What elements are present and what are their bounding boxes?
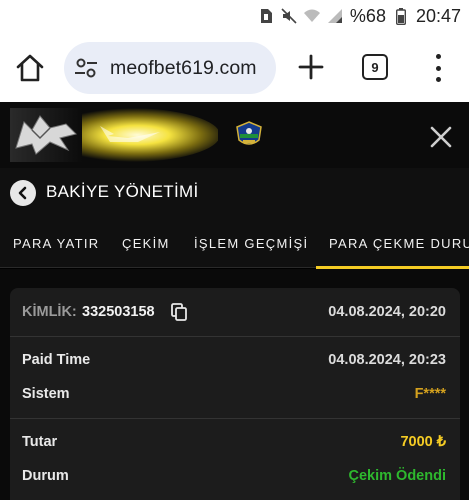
battery-icon xyxy=(393,7,409,25)
browser-menu-button[interactable] xyxy=(428,54,448,82)
divider xyxy=(10,336,460,337)
home-icon xyxy=(16,54,44,82)
sim-icon xyxy=(258,8,274,24)
system-value: F**** xyxy=(414,386,446,402)
id-label: KİMLİK: xyxy=(22,304,77,320)
page-title: BAKİYE YÖNETİMİ xyxy=(46,182,199,201)
more-vert-icon xyxy=(435,54,441,59)
signal-icon xyxy=(327,8,343,24)
mute-icon xyxy=(281,8,297,24)
new-tab-button[interactable] xyxy=(296,52,326,82)
status-value: Çekim Ödendi xyxy=(348,468,447,484)
home-button[interactable] xyxy=(14,52,46,84)
tab-withdraw[interactable]: ÇEKİM xyxy=(122,236,170,251)
tab-withdrawal-status[interactable]: PARA ÇEKME DURUM xyxy=(329,236,469,251)
paid-time-value: 04.08.2024, 20:23 xyxy=(328,352,446,368)
address-bar[interactable]: meofbet619.com xyxy=(64,42,276,94)
site-settings-icon[interactable] xyxy=(72,54,100,82)
brand-logo[interactable] xyxy=(10,108,218,162)
tab-transaction-history[interactable]: İŞLEM GEÇMİŞİ xyxy=(194,236,308,251)
tab-deposit[interactable]: PARA YATIR xyxy=(13,236,99,251)
tab-switcher-button[interactable]: 9 xyxy=(362,54,388,80)
chevron-left-icon xyxy=(18,186,27,200)
plus-icon xyxy=(298,54,324,80)
amount-label: Tutar xyxy=(22,434,58,450)
badge-icon xyxy=(236,121,262,145)
paid-time-label: Paid Time xyxy=(22,352,91,368)
wifi-icon xyxy=(303,8,320,24)
close-button[interactable] xyxy=(428,124,454,150)
close-icon xyxy=(430,126,452,148)
url-text[interactable]: meofbet619.com xyxy=(110,57,257,80)
divider xyxy=(10,418,460,419)
browser-toolbar: meofbet619.com 9 xyxy=(0,34,469,102)
tab-count: 9 xyxy=(371,59,379,75)
site-header xyxy=(0,102,469,168)
created-at: 04.08.2024, 20:20 xyxy=(328,304,446,320)
copy-icon[interactable] xyxy=(171,303,187,321)
system-label: Sistem xyxy=(22,386,70,402)
battery-percent: %68 xyxy=(349,5,386,26)
status-label: Durum xyxy=(22,468,69,484)
clock: 20:47 xyxy=(415,5,461,26)
status-bar: %68 20:47 xyxy=(0,0,469,34)
id-value: 332503158 xyxy=(82,304,155,320)
back-button[interactable] xyxy=(10,180,36,206)
amount-value: 7000 ₺ xyxy=(400,434,446,450)
